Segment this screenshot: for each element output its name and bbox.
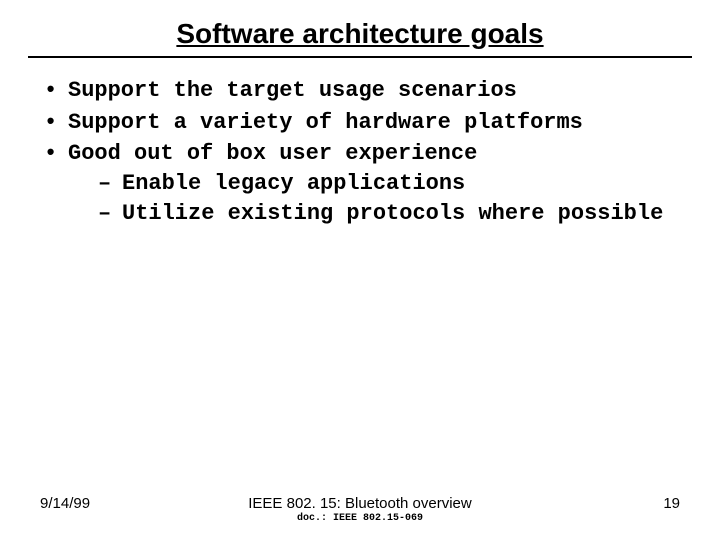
bullet-list: Support the target usage scenarios Suppo… <box>40 76 680 228</box>
slide-footer: 9/14/99 IEEE 802. 15: Bluetooth overview… <box>0 495 720 524</box>
footer-doc: doc.: IEEE 802.15-069 <box>130 513 590 524</box>
list-item-text: Good out of box user experience <box>68 141 477 166</box>
list-item: Support the target usage scenarios <box>40 76 680 106</box>
list-item: Support a variety of hardware platforms <box>40 108 680 138</box>
footer-title: IEEE 802. 15: Bluetooth overview <box>130 495 590 512</box>
footer-date: 9/14/99 <box>40 495 130 512</box>
footer-page-number: 19 <box>590 495 680 512</box>
list-item: Utilize existing protocols where possibl… <box>98 199 680 229</box>
list-item: Good out of box user experience Enable l… <box>40 139 680 228</box>
sub-list: Enable legacy applications Utilize exist… <box>68 169 680 228</box>
slide-title: Software architecture goals <box>0 0 720 56</box>
slide-body: Support the target usage scenarios Suppo… <box>0 58 720 228</box>
list-item: Enable legacy applications <box>98 169 680 199</box>
